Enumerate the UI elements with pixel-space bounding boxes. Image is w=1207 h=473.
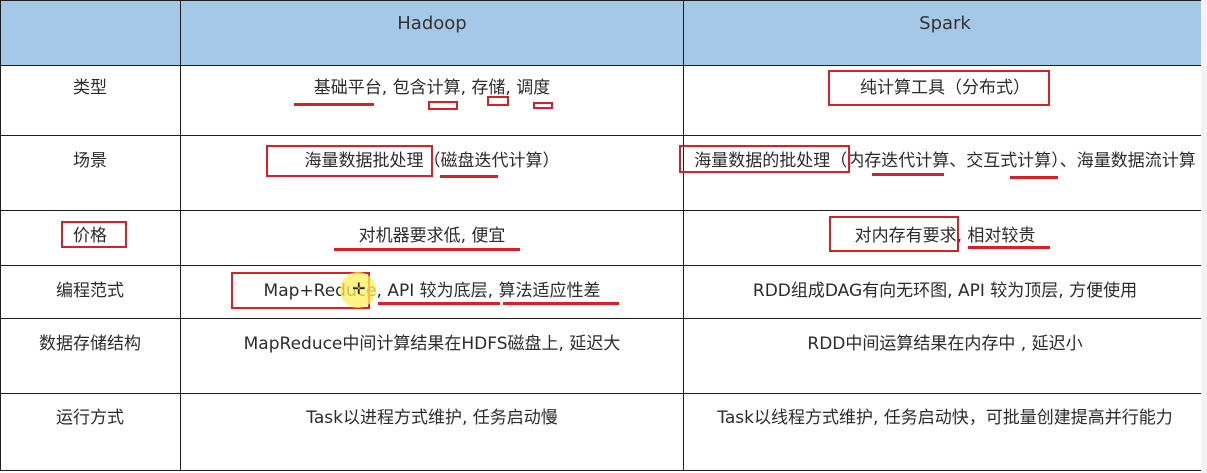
crosshair-cursor-icon: ✛: [352, 279, 366, 298]
underline-low-requirement: [334, 248, 520, 251]
row-label-storage: 数据存储结构: [39, 334, 141, 354]
spark-programming: RDD组成DAG有向无环图, API 较为顶层, 方便使用: [752, 281, 1138, 301]
header-spark: Spark: [919, 13, 971, 34]
underline-algorithm: [503, 302, 619, 305]
underline-interactive: [1010, 176, 1058, 179]
header-hadoop: Hadoop: [397, 13, 467, 34]
annotation-box-hadoop-batch: [266, 145, 433, 177]
row-label-programming: 编程范式: [56, 281, 124, 301]
annotation-box-compute: [428, 101, 458, 110]
annotation-box-spark-type: [828, 70, 1050, 106]
hadoop-storage: MapReduce中间计算结果在HDFS磁盘上, 延迟大: [243, 334, 621, 354]
header-cell-empty: [0, 1, 180, 65]
annotation-box-spark-memory: [829, 216, 959, 252]
spark-storage: RDD中间运算结果在内存中 , 延迟小: [807, 334, 1083, 354]
annotation-box-spark-batch: [679, 145, 850, 173]
annotation-box-price: [61, 221, 127, 248]
spark-runtime: Task以线程方式维护, 任务启动快，可批量创建提高并行能力: [717, 408, 1173, 428]
underline-disk-iter: [440, 175, 498, 178]
hadoop-runtime: Task以进程方式维护, 任务启动慢: [306, 408, 558, 428]
annotation-box-storage: [487, 96, 509, 106]
underline-memory-iter: [872, 173, 944, 176]
underline-basic-platform: [294, 103, 374, 106]
underline-expensive: [968, 246, 1050, 249]
row-label-scenario: 场景: [73, 151, 107, 171]
right-edge-scrollbar[interactable]: [1201, 0, 1207, 473]
annotation-box-schedule: [533, 102, 553, 109]
row-label-type: 类型: [73, 78, 107, 98]
row-label-runtime: 运行方式: [56, 408, 124, 428]
underline-api-low-level: [378, 302, 500, 305]
hadoop-type: 基础平台, 包含计算, 存储, 调度: [313, 78, 551, 98]
